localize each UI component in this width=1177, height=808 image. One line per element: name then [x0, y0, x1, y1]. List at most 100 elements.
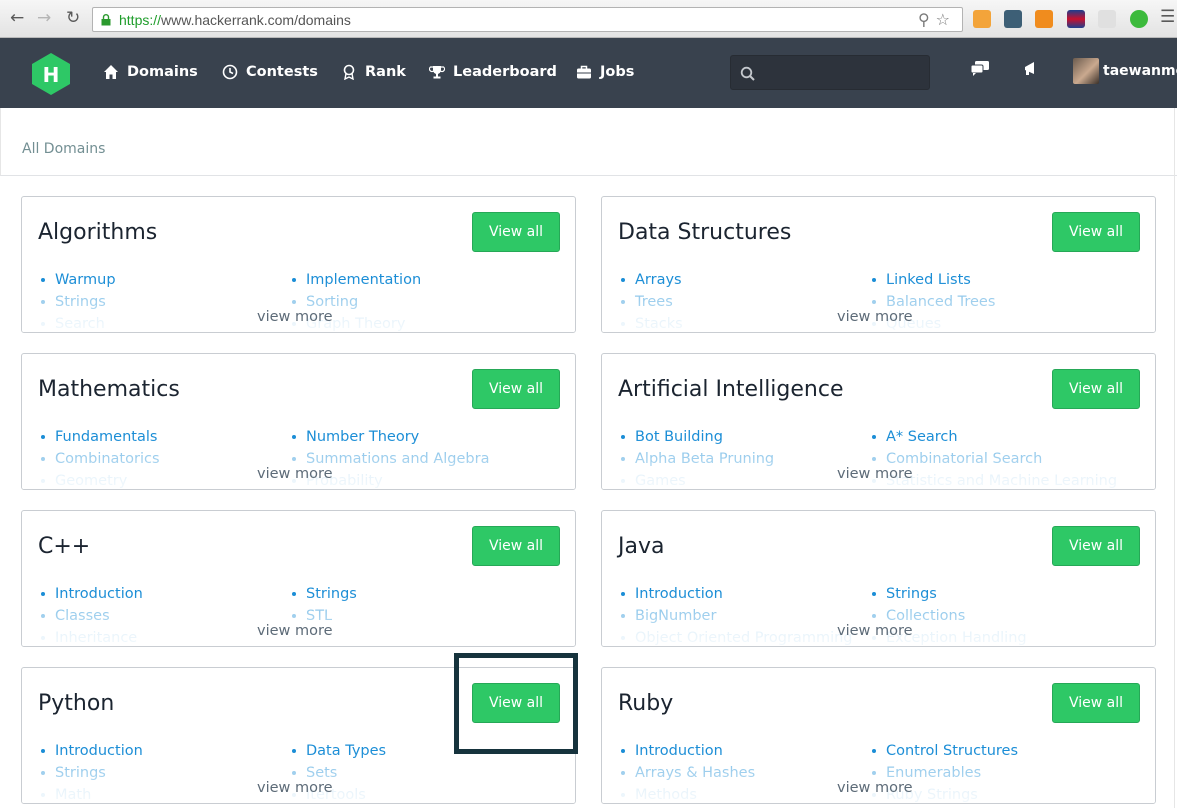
extension-chart-icon[interactable] — [1035, 10, 1053, 28]
view-more-link[interactable]: view more — [837, 466, 913, 482]
extension-check-icon[interactable] — [1004, 10, 1022, 28]
subdomain-link[interactable]: Fundamentals — [38, 426, 160, 448]
svg-text:H: H — [43, 63, 60, 87]
forward-arrow-icon[interactable]: → — [37, 8, 51, 28]
page-right-border — [1174, 108, 1175, 808]
extension-flag-icon[interactable] — [1067, 10, 1085, 28]
nav-domains-label: Domains — [127, 64, 198, 80]
view-more-link[interactable]: view more — [257, 623, 333, 639]
nav-rank-label: Rank — [365, 64, 406, 80]
nav-rank[interactable]: Rank — [341, 64, 406, 80]
hackerrank-logo-icon[interactable]: H — [30, 52, 72, 96]
address-bar-icons: ⚲☆ — [918, 10, 956, 29]
domain-title: Python — [38, 691, 115, 716]
domain-title: C++ — [38, 534, 91, 559]
subdomain-link[interactable]: Arrays & Hashes — [618, 762, 755, 784]
view-more-link[interactable]: view more — [837, 780, 913, 796]
nav-contests[interactable]: Contests — [222, 64, 318, 80]
menu-icon[interactable]: ☰ — [1160, 7, 1175, 27]
subdomain-link[interactable]: Inheritance — [38, 627, 143, 646]
avatar[interactable] — [1073, 58, 1099, 84]
clock-icon — [222, 64, 238, 80]
subdomain-link[interactable]: Introduction — [38, 583, 143, 605]
browser-toolbar: ← → ↻ https://www.hackerrank.com/domains… — [0, 0, 1177, 38]
view-all-button-c[interactable]: View all — [472, 526, 560, 566]
view-all-button-artificial-intelligence[interactable]: View all — [1052, 369, 1140, 409]
view-more-link[interactable]: view more — [837, 309, 913, 325]
nav-leaderboard[interactable]: Leaderboard — [429, 64, 557, 80]
subdomain-list: Introduction BigNumber Object Oriented Pro… — [618, 583, 853, 646]
breadcrumb-bar: All Domains — [0, 108, 1177, 176]
subdomain-link[interactable]: Strings — [38, 291, 116, 313]
view-all-button-python[interactable]: View all — [472, 683, 560, 723]
nav-leaderboard-label: Leaderboard — [453, 64, 557, 80]
subdomain-link[interactable]: Linked Lists — [869, 269, 995, 291]
subdomain-link[interactable]: Number Theory — [289, 426, 489, 448]
view-more-link[interactable]: view more — [257, 466, 333, 482]
subdomain-link[interactable]: Strings — [38, 762, 143, 784]
trophy-icon — [429, 66, 445, 79]
domain-card-c: C++ View all Introduction Classes Inheritanc… — [21, 510, 576, 647]
view-more-link[interactable]: view more — [837, 623, 913, 639]
subdomain-link[interactable]: Warmup — [38, 269, 116, 291]
nav-domains[interactable]: Domains — [103, 64, 198, 80]
bookmark-star-icon[interactable]: ☆ — [936, 10, 956, 29]
subdomain-link[interactable]: Search — [38, 313, 116, 332]
subdomain-link[interactable]: Combinatorics — [38, 448, 160, 470]
subdomain-link[interactable]: Control Structures — [869, 740, 1018, 762]
briefcase-icon — [577, 65, 591, 79]
reload-icon[interactable]: ↻ — [66, 8, 80, 28]
subdomain-link[interactable]: Strings — [869, 583, 1027, 605]
extension-ship-icon[interactable] — [1098, 10, 1116, 28]
subdomain-link[interactable]: BigNumber — [618, 605, 853, 627]
subdomain-link[interactable]: Object Oriented Programming — [618, 627, 853, 646]
back-arrow-icon[interactable]: ← — [10, 8, 24, 28]
search-box[interactable] — [730, 55, 930, 90]
subdomain-link[interactable]: Trees — [618, 291, 683, 313]
subdomain-link[interactable]: A* Search — [869, 426, 1117, 448]
extension-green-dot-icon[interactable] — [1130, 10, 1148, 28]
subdomain-list: Introduction Arrays & Hashes Methods — [618, 740, 755, 803]
subdomain-link[interactable]: Strings — [289, 583, 357, 605]
domain-card-java: Java View all Introduction BigNumber Object … — [601, 510, 1156, 647]
subdomain-link[interactable]: Geometry — [38, 470, 160, 489]
nav-contests-label: Contests — [246, 64, 318, 80]
key-icon[interactable]: ⚲ — [918, 10, 936, 29]
url-host-path: www.hackerrank.com/domains — [161, 12, 351, 28]
subdomain-link[interactable]: Introduction — [618, 740, 755, 762]
subdomain-link[interactable]: Games — [618, 470, 774, 489]
subdomain-link[interactable]: Alpha Beta Pruning — [618, 448, 774, 470]
domain-card-ruby: Ruby View all Introduction Arrays & Hashes M… — [601, 667, 1156, 804]
view-all-button-java[interactable]: View all — [1052, 526, 1140, 566]
domain-card-python: Python View all Introduction Strings Math Dat… — [21, 667, 576, 804]
view-more-link[interactable]: view more — [257, 309, 333, 325]
search-input[interactable] — [761, 62, 921, 84]
subdomain-link[interactable]: Introduction — [618, 583, 853, 605]
nav-jobs-label: Jobs — [600, 64, 635, 80]
view-all-button-algorithms[interactable]: View all — [472, 212, 560, 252]
search-icon — [740, 66, 755, 81]
subdomain-list: Strings STL — [289, 583, 357, 627]
subdomain-list: Introduction Strings Math — [38, 740, 143, 803]
subdomain-link[interactable]: Stacks — [618, 313, 683, 332]
view-more-link[interactable]: view more — [257, 780, 333, 796]
subdomain-link[interactable]: Methods — [618, 784, 755, 803]
nav-jobs[interactable]: Jobs — [576, 64, 634, 80]
address-bar[interactable]: https://www.hackerrank.com/domains ⚲☆ — [92, 7, 963, 32]
subdomain-link[interactable]: Data Types — [289, 740, 386, 762]
view-all-button-mathematics[interactable]: View all — [472, 369, 560, 409]
subdomain-link[interactable]: Math — [38, 784, 143, 803]
medal-icon — [343, 64, 355, 80]
subdomain-link[interactable]: Bot Building — [618, 426, 774, 448]
subdomain-link[interactable]: Implementation — [289, 269, 421, 291]
username[interactable]: taewanme — [1103, 63, 1177, 79]
subdomain-link[interactable]: Introduction — [38, 740, 143, 762]
subdomain-link[interactable]: Classes — [38, 605, 143, 627]
notifications-megaphone-icon[interactable] — [1023, 60, 1041, 78]
home-icon — [104, 65, 118, 79]
messages-icon[interactable] — [970, 60, 990, 78]
subdomain-link[interactable]: Arrays — [618, 269, 683, 291]
view-all-button-ruby[interactable]: View all — [1052, 683, 1140, 723]
extension-crown-icon[interactable] — [973, 10, 991, 28]
view-all-button-data-structures[interactable]: View all — [1052, 212, 1140, 252]
